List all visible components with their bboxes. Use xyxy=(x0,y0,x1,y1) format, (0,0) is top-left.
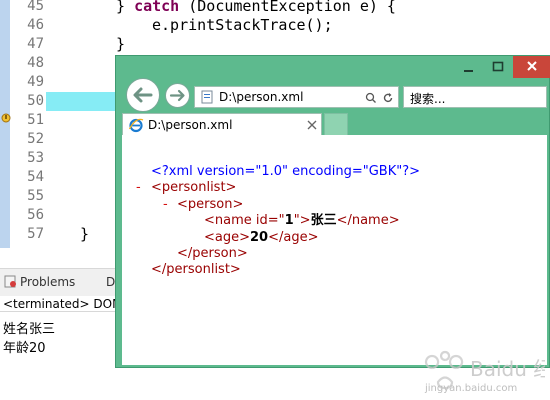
console-output-line: 年龄20 xyxy=(3,341,46,356)
line-number: 54 xyxy=(27,169,44,185)
code-line-printstacktrace: e.printStackTrace(); xyxy=(152,16,333,34)
line-number: 51 xyxy=(27,112,44,128)
search-dropdown-icon[interactable] xyxy=(365,92,377,104)
search-placeholder: 搜索... xyxy=(410,92,446,106)
page-icon xyxy=(201,90,213,104)
back-button[interactable] xyxy=(126,78,160,112)
line-number: 56 xyxy=(27,207,44,223)
code-line-close-brace: } xyxy=(80,225,90,243)
overview-ruler xyxy=(0,0,10,248)
xml-declaration: <?xml version="1.0" encoding="GBK"?> xyxy=(151,164,421,179)
code-line-close-brace: } xyxy=(116,35,126,53)
tab-problems[interactable]: Problems xyxy=(4,275,75,289)
warning-marker-icon[interactable] xyxy=(1,113,11,123)
line-number: 49 xyxy=(27,74,44,90)
current-line-highlight xyxy=(46,92,116,111)
watermark-text: Baidu 经验 xyxy=(470,357,545,381)
xml-tag-personlist-open: <personlist> xyxy=(151,180,237,195)
line-number: 48 xyxy=(27,55,44,71)
refresh-icon[interactable] xyxy=(382,92,394,104)
maximize-icon xyxy=(492,61,504,72)
line-number-gutter: 45 46 47 48 49 50 51 52 53 54 55 56 57 xyxy=(10,0,46,248)
maximize-button[interactable] xyxy=(484,56,512,78)
console-status: <terminated> DOM xyxy=(0,296,123,312)
xml-name-element: <name id="1">张三</name> xyxy=(204,213,400,228)
ie-window: D:\person.xml 搜索... D:\person.xml <?xml … xyxy=(115,55,550,368)
xml-tag-person-open: <person> xyxy=(177,197,244,212)
forward-button[interactable] xyxy=(165,83,190,108)
close-button[interactable] xyxy=(513,56,550,78)
xml-viewer: <?xml version="1.0" encoding="GBK"?> - <… xyxy=(122,135,547,365)
line-number: 52 xyxy=(27,131,44,147)
keyword: catch xyxy=(134,0,180,15)
line-number: 46 xyxy=(27,17,44,33)
xml-tag-person-close: </person> xyxy=(177,246,248,261)
line-number: 45 xyxy=(27,0,44,14)
problems-icon xyxy=(4,275,16,288)
ie-icon xyxy=(128,118,144,133)
address-text: D:\person.xml xyxy=(219,90,304,104)
line-number: 53 xyxy=(27,150,44,166)
line-number: 50 xyxy=(27,93,44,109)
line-number: 57 xyxy=(27,226,44,242)
watermark-url: jingyan.baidu.com xyxy=(425,383,518,394)
forward-arrow-icon xyxy=(169,89,185,102)
collapse-toggle[interactable]: - xyxy=(136,179,141,196)
back-arrow-icon xyxy=(133,87,153,103)
browser-tab[interactable]: D:\person.xml xyxy=(122,113,322,136)
close-icon xyxy=(527,61,537,71)
line-number: 55 xyxy=(27,188,44,204)
minimize-button[interactable] xyxy=(454,56,482,78)
tab-title: D:\person.xml xyxy=(148,118,233,132)
address-bar[interactable]: D:\person.xml xyxy=(194,86,399,108)
terminated-label: <terminated> DOM xyxy=(3,297,123,311)
collapse-toggle[interactable]: - xyxy=(163,196,168,213)
view-tab-bar: Problems D xyxy=(0,268,120,296)
console-output-line: 姓名张三 xyxy=(3,322,56,337)
minimize-icon xyxy=(464,70,473,72)
new-tab-button[interactable] xyxy=(324,113,348,136)
search-box[interactable]: 搜索... xyxy=(403,86,547,108)
tab-problems-label: Problems xyxy=(20,275,76,289)
code-line-catch: } catch (DocumentException e) { xyxy=(116,0,396,16)
tab-declaration[interactable]: D xyxy=(106,275,115,289)
xml-age-element: <age>20</age> xyxy=(204,230,319,245)
close-tab-icon[interactable] xyxy=(307,120,317,130)
line-number: 47 xyxy=(27,36,44,52)
xml-tag-personlist-close: </personlist> xyxy=(151,262,241,277)
